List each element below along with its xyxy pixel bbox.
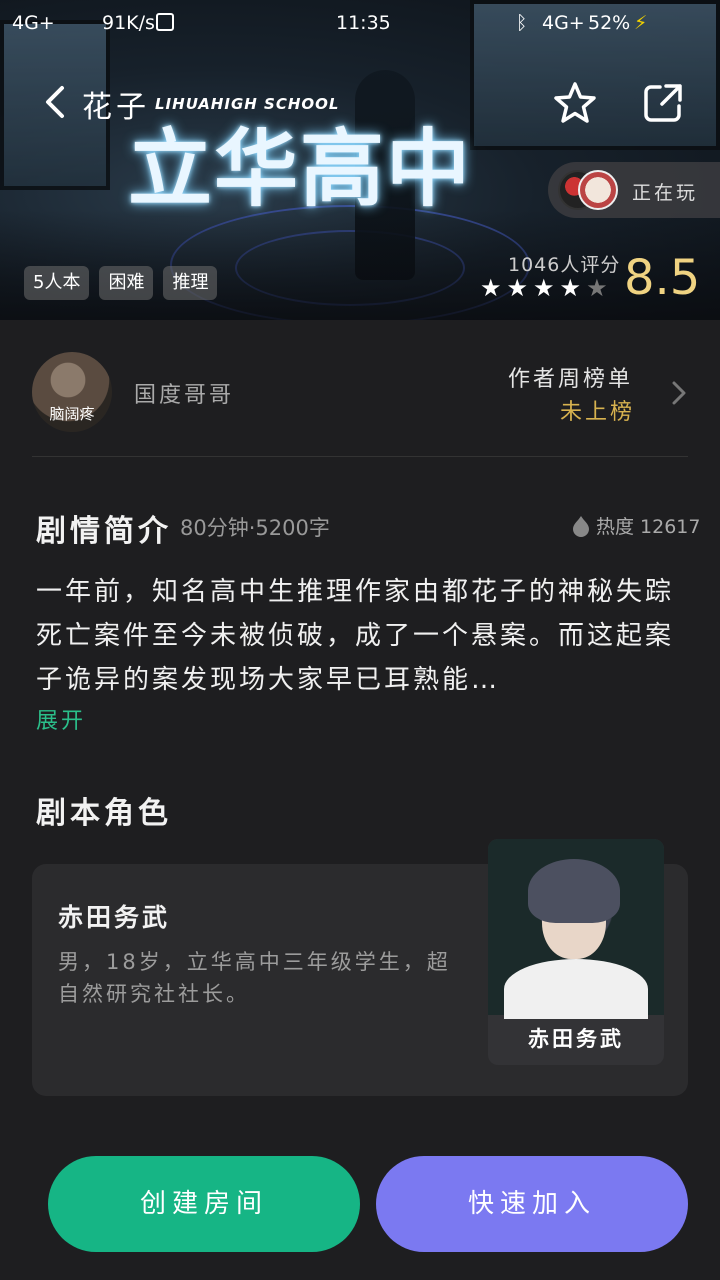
flame-icon — [573, 515, 589, 537]
author-name[interactable]: 国度哥哥 — [134, 377, 234, 409]
back-arrow-icon[interactable] — [38, 82, 78, 122]
battery-level: 52% — [588, 12, 631, 34]
rating-score: 8.5 — [624, 250, 701, 306]
network-right: 4G+ — [542, 12, 585, 34]
tag-players: 5人本 — [24, 266, 90, 300]
expand-link[interactable]: 展开 — [36, 703, 86, 735]
charging-icon: ⚡ — [634, 12, 648, 34]
create-room-button[interactable]: 创建房间 — [48, 1156, 360, 1252]
heat-value: 热度 12617 — [596, 516, 701, 538]
rating-count: 1046人评分 — [508, 254, 621, 276]
portrait-label: 赤田务武 — [528, 1027, 624, 1051]
network-speed: 91K/s — [102, 12, 155, 34]
tag-genre: 推理 — [163, 266, 218, 300]
star-filled-icon: ★ — [506, 274, 529, 302]
clock: 11:35 — [336, 12, 391, 34]
app-notification-icon — [156, 13, 174, 31]
now-playing-label: 正在玩 — [632, 182, 699, 204]
portrait-hair — [528, 859, 620, 923]
chevron-right-icon[interactable] — [670, 380, 688, 406]
share-icon[interactable] — [642, 82, 684, 124]
star-empty-icon: ★ — [586, 274, 608, 302]
quick-join-button[interactable]: 快速加入 — [376, 1156, 688, 1252]
character-description: 男，18岁，立华高中三年级学生，超自然研究社社长。 — [58, 950, 451, 1006]
tag-difficulty: 困难 — [99, 266, 154, 300]
status-bar: 4G+ 91K/s 11:35 ᛒ 4G+ 52% ⚡ — [0, 0, 720, 44]
bluetooth-icon: ᛒ — [516, 12, 528, 34]
author-avatar-caption: 脑阔疼 — [49, 405, 95, 423]
weekly-rank-value: 未上榜 — [560, 400, 636, 425]
now-playing-pill[interactable]: 正在玩 — [548, 162, 720, 218]
script-title: 立华高中 — [128, 119, 473, 218]
star-filled-icon: ★ — [533, 274, 555, 302]
tag-list: 5人本 困难 推理 — [24, 266, 218, 300]
portrait-shirt — [504, 959, 648, 1019]
rating-stars: ★ ★ ★ ★ ★ — [480, 276, 608, 300]
player-avatar — [578, 170, 618, 210]
synopsis-meta: 80分钟·5200字 — [180, 516, 330, 540]
synopsis-title: 剧情简介 — [36, 514, 172, 549]
synopsis-text: 一年前，知名高中生推理作家由都花子的神秘失踪死亡案件至今未被侦破，成了一个悬案。… — [36, 577, 675, 695]
heat-indicator: 热度 12617 — [572, 512, 700, 539]
star-filled-icon: ★ — [559, 274, 582, 302]
network-left: 4G+ — [12, 12, 55, 34]
star-filled-icon: ★ — [480, 274, 502, 302]
author-avatar[interactable]: 脑阔疼 — [32, 352, 112, 432]
favorite-star-icon[interactable] — [552, 80, 598, 126]
weekly-rank-label[interactable]: 作者周榜单 — [508, 361, 633, 393]
characters-title: 剧本角色 — [36, 796, 172, 831]
character-portrait[interactable]: 赤田务武 — [488, 839, 664, 1065]
divider — [32, 456, 688, 457]
character-name: 赤田务武 — [58, 903, 171, 932]
